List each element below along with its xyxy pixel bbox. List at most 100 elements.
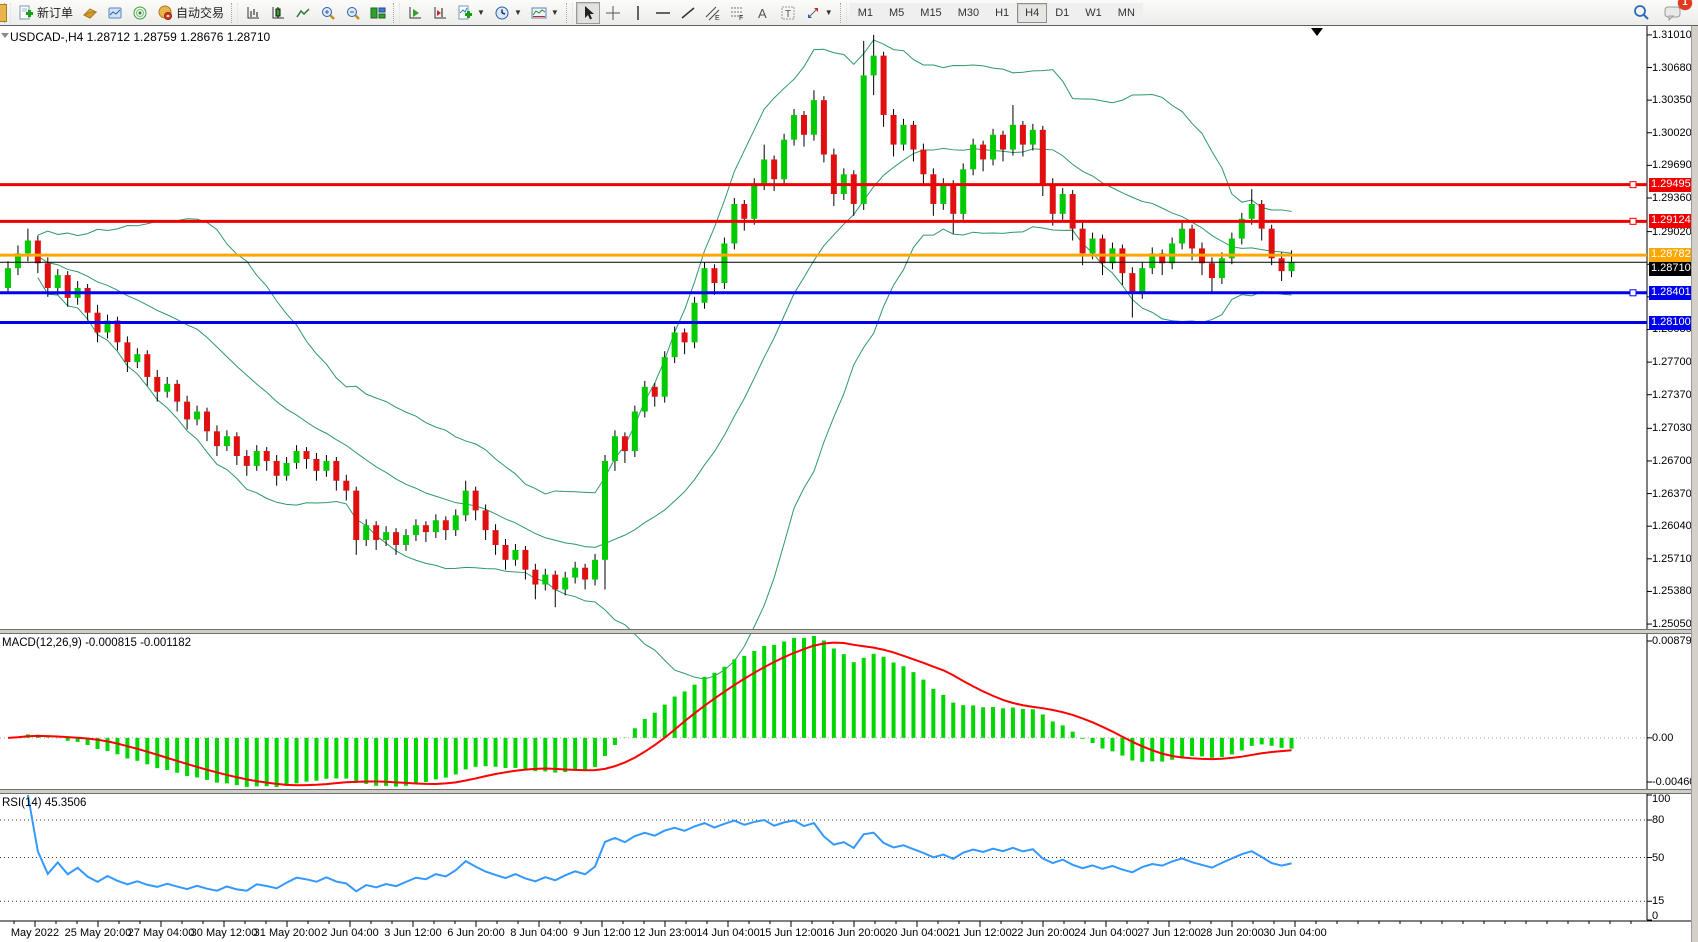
- candle-body: [542, 575, 548, 585]
- candle-body: [930, 174, 936, 204]
- candle-body: [124, 342, 130, 362]
- signals-button[interactable]: [128, 2, 152, 24]
- timeframe-M5[interactable]: M5: [881, 3, 912, 23]
- candle-body: [652, 387, 658, 397]
- chart-line-button[interactable]: [291, 2, 315, 24]
- auto-scroll-button[interactable]: [403, 2, 427, 24]
- crosshair-tool-button[interactable]: [601, 2, 625, 24]
- arrows-caret-icon: ▼: [825, 8, 833, 17]
- navigator-button[interactable]: [103, 2, 127, 24]
- market-watch-button[interactable]: [78, 2, 102, 24]
- timeframe-M1[interactable]: M1: [850, 3, 881, 23]
- candle-body: [403, 535, 409, 545]
- bollinger-upper: [38, 40, 1292, 494]
- candle-body: [333, 461, 339, 481]
- timeframe-H1[interactable]: H1: [987, 3, 1017, 23]
- candle-body: [821, 100, 827, 154]
- metatrader-window: 新订单 自动交易: [0, 0, 1698, 942]
- indicators-button[interactable]: ▼: [453, 2, 489, 24]
- candle-body: [592, 560, 598, 580]
- candle-body: [65, 275, 71, 298]
- text-tool-button[interactable]: A: [751, 2, 775, 24]
- candle-body: [383, 532, 389, 540]
- candle-body: [294, 451, 300, 463]
- arrows-tool-button[interactable]: ▼: [801, 2, 837, 24]
- chart-bars-button[interactable]: [241, 2, 265, 24]
- candle-body: [234, 436, 240, 456]
- timeframe-H4[interactable]: H4: [1017, 3, 1047, 23]
- equidistant-channel-tool-button[interactable]: E: [701, 2, 725, 24]
- candle-body: [313, 459, 319, 471]
- candle-body: [702, 268, 708, 303]
- cursor-tool-button[interactable]: [576, 2, 600, 24]
- candle-body: [761, 159, 767, 184]
- pane-separator-macd-rsi[interactable]: [0, 789, 1698, 794]
- candle-body: [910, 125, 916, 150]
- candle-body: [582, 568, 588, 580]
- line-handle[interactable]: [1630, 182, 1636, 188]
- pane-separator-main-macd[interactable]: [0, 629, 1698, 634]
- candle-body: [1289, 262, 1295, 271]
- candle-body: [960, 169, 966, 213]
- new-order-button[interactable]: 新订单: [14, 2, 77, 24]
- candle-body: [562, 578, 568, 590]
- vertical-line-tool-button[interactable]: [626, 2, 650, 24]
- horizontal-line-tool-button[interactable]: [651, 2, 675, 24]
- candle-body: [672, 332, 678, 357]
- candle-body: [1259, 204, 1265, 229]
- templates-button[interactable]: ▼: [527, 2, 563, 24]
- periods-button[interactable]: ▼: [490, 2, 526, 24]
- search-button[interactable]: [1629, 2, 1654, 24]
- bollinger-middle: [38, 148, 1292, 547]
- candle-body: [1070, 194, 1076, 229]
- chart-shift-marker[interactable]: [1311, 28, 1323, 36]
- candle-body: [1169, 243, 1175, 263]
- text-label-tool-button[interactable]: T: [776, 2, 800, 24]
- candle-body: [771, 159, 777, 179]
- candle-body: [453, 515, 459, 530]
- candle-body: [970, 145, 976, 170]
- search-icon: [1633, 4, 1650, 21]
- trendline-tool-button[interactable]: [676, 2, 700, 24]
- chart-candlesticks-icon: [270, 5, 286, 21]
- line-handle[interactable]: [1630, 218, 1636, 224]
- candle-body: [901, 125, 907, 145]
- zoom-in-button[interactable]: [316, 2, 340, 24]
- candle-body: [602, 461, 608, 560]
- candle-body: [801, 115, 807, 135]
- timeframe-MN[interactable]: MN: [1110, 3, 1143, 23]
- timeframe-M30[interactable]: M30: [950, 3, 987, 23]
- candle-body: [950, 184, 956, 214]
- auto-scroll-icon: [407, 5, 423, 21]
- timeframe-M15[interactable]: M15: [912, 3, 949, 23]
- autotrading-icon: [157, 5, 173, 21]
- chart-canvas[interactable]: [0, 0, 1698, 942]
- chart-candlesticks-button[interactable]: [266, 2, 290, 24]
- line-handle[interactable]: [1630, 290, 1636, 296]
- candle-body: [532, 570, 538, 585]
- timeframe-group: M1M5M15M30H1H4D1W1MN: [850, 2, 1143, 24]
- autotrading-button[interactable]: 自动交易: [153, 2, 228, 24]
- crosshair-icon: [605, 5, 621, 21]
- candle-body: [1030, 130, 1036, 145]
- svg-text:F: F: [739, 15, 743, 21]
- macd-indicator-label: MACD(12,26,9) -0.000815 -0.001182: [2, 637, 191, 649]
- candle-body: [55, 275, 61, 288]
- candle-body: [174, 384, 180, 402]
- candle-body: [393, 532, 399, 545]
- toolbar: 新订单 自动交易: [0, 0, 1698, 26]
- candle-body: [731, 204, 737, 244]
- candle-body: [443, 520, 449, 530]
- chart-shift-button[interactable]: [428, 2, 452, 24]
- timeframe-D1[interactable]: D1: [1047, 3, 1077, 23]
- candle-body: [632, 412, 638, 452]
- chart-menu-arrow-icon[interactable]: [1, 33, 9, 38]
- candle-body: [721, 243, 727, 283]
- tile-windows-button[interactable]: [366, 2, 390, 24]
- zoom-out-button[interactable]: [341, 2, 365, 24]
- notifications-button[interactable]: 1: [1660, 2, 1686, 24]
- candle-body: [811, 100, 817, 135]
- fibonacci-tool-button[interactable]: F: [726, 2, 750, 24]
- notification-badge: 1: [1678, 0, 1692, 10]
- timeframe-W1[interactable]: W1: [1077, 3, 1110, 23]
